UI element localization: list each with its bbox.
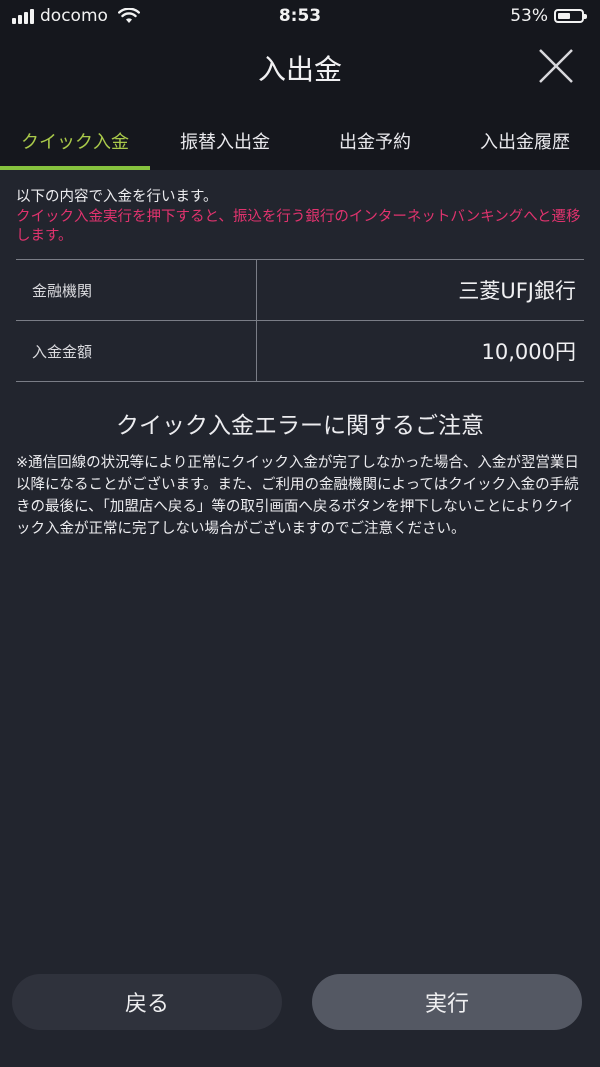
active-tab-indicator — [0, 166, 150, 170]
battery-percent: 53% — [510, 6, 548, 26]
financial-institution-value: 三菱UFJ銀行 — [256, 259, 584, 321]
intro-text: 以下の内容で入金を行います。 — [16, 189, 218, 205]
battery-fill — [558, 13, 570, 19]
close-icon — [539, 49, 573, 83]
back-button-label: 戻る — [124, 992, 169, 1017]
notice-body: ※通信回線の状況等により正常にクイック入金が完了しなかった場合、入金が翌営業日以… — [16, 455, 579, 537]
execute-button[interactable]: 実行 — [312, 974, 582, 1030]
back-button[interactable]: 戻る — [12, 974, 282, 1030]
table-row: 金融機関 三菱UFJ銀行 — [16, 259, 584, 321]
quick-deposit-screen: docomo 8:53 53% 入出金 クイック入金 振替入出金 出金予約 入出… — [0, 0, 600, 1067]
page-title: 入出金 — [257, 53, 342, 86]
tab-label: 出金予約 — [339, 132, 411, 153]
tab-history[interactable]: 入出金履歴 — [450, 112, 600, 170]
battery-icon — [554, 9, 587, 23]
deposit-amount-label: 入金金額 — [16, 320, 257, 382]
tab-label: クイック入金 — [21, 132, 129, 153]
deposit-amount-value: 10,000円 — [256, 320, 584, 382]
status-bar: docomo 8:53 53% — [0, 0, 600, 34]
tab-label: 入出金履歴 — [480, 132, 570, 153]
tab-transfer[interactable]: 振替入出金 — [150, 112, 300, 170]
deposit-details-table: 金融機関 三菱UFJ銀行 入金金額 10,000円 — [16, 259, 584, 382]
tab-quick-deposit[interactable]: クイック入金 — [0, 112, 150, 170]
financial-institution-label: 金融機関 — [16, 259, 257, 321]
tab-bar: クイック入金 振替入出金 出金予約 入出金履歴 — [0, 112, 600, 170]
warning-text: クイック入金実行を押下すると、振込を行う銀行のインターネットバンキングへと遷移し… — [16, 209, 581, 244]
top-bar: docomo 8:53 53% 入出金 クイック入金 振替入出金 出金予約 入出… — [0, 0, 600, 170]
table-row: 入金金額 10,000円 — [16, 320, 584, 382]
notice-title: クイック入金エラーに関するご注意 — [116, 413, 484, 439]
execute-button-label: 実行 — [424, 992, 469, 1017]
tab-label: 振替入出金 — [180, 132, 270, 153]
tab-withdrawal-reservation[interactable]: 出金予約 — [300, 112, 450, 170]
close-button[interactable] — [536, 46, 576, 86]
status-right: 53% — [510, 6, 587, 26]
